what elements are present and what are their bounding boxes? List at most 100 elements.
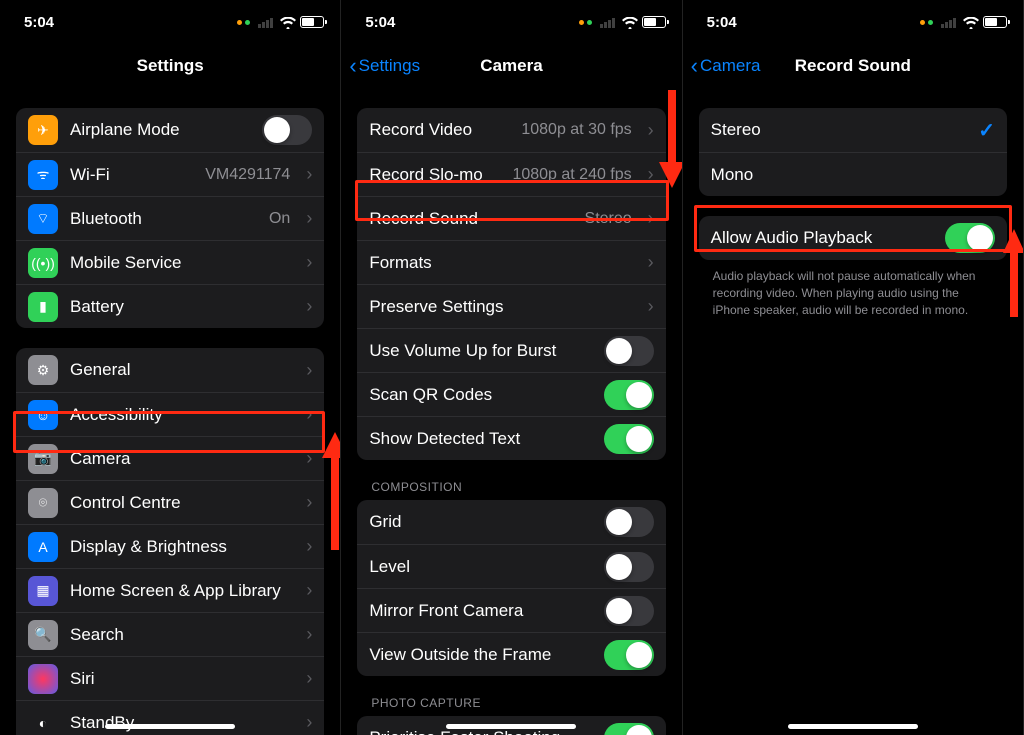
camera-group-record: Record Video1080p at 30 fps›Record Slo-m…: [357, 108, 665, 460]
toggle-use-volume-up-for-burst[interactable]: [604, 336, 654, 366]
row-record-video[interactable]: Record Video1080p at 30 fps›: [357, 108, 665, 152]
row-preserve-settings[interactable]: Preserve Settings›: [357, 284, 665, 328]
toggle-show-detected-text[interactable]: [604, 424, 654, 454]
row-label: Control Centre: [70, 493, 290, 513]
row-detail: VM4291174: [205, 166, 290, 184]
status-cell-icon: [941, 16, 959, 28]
row-label: Display & Brightness: [70, 537, 290, 557]
settings-group-connectivity: ✈Airplane Mode ᯤ Wi-Fi VM4291174 › ⌔ Bluetooth…: [16, 108, 324, 328]
row-accessibility[interactable]: ☺Accessibility›: [16, 392, 324, 436]
row-label: Airplane Mode: [70, 120, 250, 140]
mobile-icon: ((•)): [28, 248, 58, 278]
row-wi-fi[interactable]: ᯤ Wi-Fi VM4291174 ›: [16, 152, 324, 196]
row-level[interactable]: Level: [357, 544, 665, 588]
home-indicator[interactable]: [446, 724, 576, 729]
row-show-detected-text[interactable]: Show Detected Text: [357, 416, 665, 460]
back-button[interactable]: ‹ Settings: [349, 56, 420, 76]
back-button[interactable]: ‹ Camera: [691, 56, 761, 76]
row-mobile-service[interactable]: ((•))Mobile Service›: [16, 240, 324, 284]
toggle-view-outside-the-frame[interactable]: [604, 640, 654, 670]
home-indicator[interactable]: [788, 724, 918, 729]
row-detail: 1080p at 240 fps: [512, 166, 631, 184]
chevron-right-icon: ›: [648, 296, 654, 317]
camera-icon: 📷: [28, 444, 58, 474]
row-label: Bluetooth: [70, 209, 257, 229]
toggle-mirror-front-camera[interactable]: [604, 596, 654, 626]
home-screen-icon: ▦: [28, 576, 58, 606]
row-label: Prioritise Faster Shooting: [369, 728, 591, 735]
row-siri[interactable]: Siri›: [16, 656, 324, 700]
page-title: Record Sound: [795, 56, 911, 76]
standby-icon: ◐: [28, 708, 58, 735]
status-wifi-icon: [280, 16, 296, 28]
row-record-sound[interactable]: Record SoundStereo›: [357, 196, 665, 240]
section-header-composition: Composition: [357, 460, 665, 500]
chevron-right-icon: ›: [306, 296, 312, 317]
row-home-screen-app-library[interactable]: ▦Home Screen & App Library›: [16, 568, 324, 612]
row-label: Home Screen & App Library: [70, 581, 290, 601]
row-search[interactable]: 🔍 Search ›: [16, 612, 324, 656]
row-standby[interactable]: ◐StandBy›: [16, 700, 324, 735]
row-scan-qr-codes[interactable]: Scan QR Codes: [357, 372, 665, 416]
chevron-right-icon: ›: [306, 668, 312, 689]
toggle-allow-audio-playback[interactable]: [945, 223, 995, 253]
search-icon: 🔍: [28, 620, 58, 650]
row-battery[interactable]: ▮Battery›: [16, 284, 324, 328]
option-stereo[interactable]: Stereo✓: [699, 108, 1007, 152]
display-icon: A: [28, 532, 58, 562]
chevron-right-icon: ›: [306, 208, 312, 229]
siri-icon: [28, 664, 58, 694]
row-display-brightness[interactable]: ADisplay & Brightness›: [16, 524, 324, 568]
home-indicator[interactable]: [105, 724, 235, 729]
row-label: Wi-Fi: [70, 165, 193, 185]
toggle-prioritise-faster-shooting[interactable]: [604, 723, 654, 735]
checkmark-icon: ✓: [978, 118, 995, 143]
playback-group: Allow Audio Playback: [699, 216, 1007, 260]
row-general[interactable]: ⚙General›: [16, 348, 324, 392]
nav-header: ‹ Camera Record Sound: [683, 44, 1023, 88]
status-wifi-icon: [622, 16, 638, 28]
chevron-right-icon: ›: [648, 120, 654, 141]
wifi-icon: ᯤ: [28, 160, 58, 190]
row-label: Scan QR Codes: [369, 385, 591, 405]
row-bluetooth[interactable]: ⌔BluetoothOn›: [16, 196, 324, 240]
chevron-right-icon: ›: [648, 208, 654, 229]
row-label: Allow Audio Playback: [711, 228, 933, 248]
chevron-right-icon: ›: [306, 164, 312, 185]
status-cell-icon: [600, 16, 618, 28]
bluetooth-icon: ⌔: [28, 204, 58, 234]
row-mirror-front-camera[interactable]: Mirror Front Camera: [357, 588, 665, 632]
chevron-right-icon: ›: [306, 624, 312, 645]
toggle-level[interactable]: [604, 552, 654, 582]
control-centre-icon: ⌾: [28, 488, 58, 518]
toggle-grid[interactable]: [604, 507, 654, 537]
chevron-right-icon: ›: [306, 252, 312, 273]
row-view-outside-the-frame[interactable]: View Outside the Frame: [357, 632, 665, 676]
toggle-airplane-mode[interactable]: [262, 115, 312, 145]
row-label: Camera: [70, 449, 290, 469]
row-use-volume-up-for-burst[interactable]: Use Volume Up for Burst: [357, 328, 665, 372]
row-label: General: [70, 360, 290, 380]
row-label: Level: [369, 557, 591, 577]
chevron-right-icon: ›: [648, 252, 654, 273]
row-formats[interactable]: Formats ›: [357, 240, 665, 284]
allow-audio-playback-row[interactable]: Allow Audio Playback: [699, 216, 1007, 260]
row-grid[interactable]: Grid: [357, 500, 665, 544]
row-record-slo-mo[interactable]: Record Slo-mo1080p at 240 fps›: [357, 152, 665, 196]
option-mono[interactable]: Mono: [699, 152, 1007, 196]
gear-icon: ⚙: [28, 355, 58, 385]
chevron-right-icon: ›: [306, 492, 312, 513]
status-bar: 5:04: [0, 0, 340, 44]
row-detail: 1080p at 30 fps: [521, 121, 631, 139]
row-label: Formats: [369, 253, 631, 273]
status-battery-icon: [642, 16, 666, 28]
nav-header: Settings: [0, 44, 340, 88]
toggle-scan-qr-codes[interactable]: [604, 380, 654, 410]
record-sound-options: Stereo✓Mono: [699, 108, 1007, 196]
row-airplane-mode[interactable]: ✈Airplane Mode: [16, 108, 324, 152]
status-bar: 5:04: [341, 0, 681, 44]
row-label: Search: [70, 625, 290, 645]
row-control-centre[interactable]: ⌾ Control Centre ›: [16, 480, 324, 524]
row-camera[interactable]: 📷Camera›: [16, 436, 324, 480]
page-title: Camera: [480, 56, 542, 76]
